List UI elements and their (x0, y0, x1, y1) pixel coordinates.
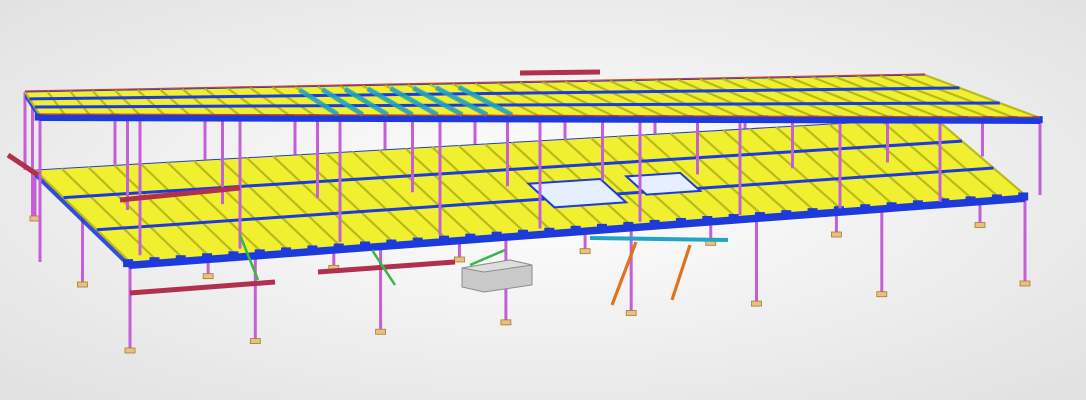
first-floor-beam-block (596, 223, 607, 232)
first-floor-beam-block (912, 200, 923, 209)
first-floor-beam-block (860, 204, 871, 213)
first-floor-beam-block (544, 227, 555, 236)
first-floor-beam-block (386, 239, 397, 248)
base-plate (831, 231, 842, 238)
first-floor-beam-block (254, 249, 265, 258)
first-floor-beam-block (465, 233, 476, 242)
first-floor-beam-block (412, 237, 423, 246)
first-floor-beam-block (202, 253, 213, 262)
base-plate (202, 273, 214, 280)
structural-model-3d[interactable] (0, 0, 1086, 400)
red-beam (519, 69, 601, 76)
first-floor-beam-block (781, 210, 792, 219)
base-plate (124, 347, 136, 354)
first-floor-beam-block (991, 194, 1002, 203)
base-plate (974, 222, 986, 228)
base-plate (77, 281, 88, 288)
base-plate (1019, 280, 1031, 287)
first-floor-beam-block (281, 247, 292, 256)
model-viewport[interactable] (0, 0, 1086, 400)
first-floor-beam-block (649, 219, 660, 228)
first-floor-beam-block (623, 221, 634, 230)
base-plate (579, 248, 591, 255)
first-floor-beam-block (965, 196, 976, 205)
base-plate (454, 256, 465, 263)
first-floor-beam-block (570, 225, 581, 234)
first-floor-beam-block (1018, 192, 1029, 201)
first-floor-beam-block (807, 208, 818, 217)
first-floor-beam-block (728, 214, 739, 223)
base-plate (876, 291, 888, 298)
first-floor-beam-block (702, 216, 713, 225)
first-floor-beam-block (517, 229, 528, 238)
first-floor-beam-block (123, 259, 134, 268)
first-floor-beam-block (228, 251, 239, 260)
teal-canopy-beam (589, 236, 729, 242)
base-plate (500, 319, 512, 326)
first-floor-beam-block (149, 257, 160, 266)
first-floor-beam-block (675, 217, 686, 226)
base-plate (249, 338, 261, 345)
first-floor-beam-block (333, 243, 344, 252)
first-floor-beam-block (754, 212, 765, 221)
first-floor-beam-block (886, 202, 897, 211)
base-plate (375, 328, 387, 335)
first-floor-beam-block (439, 235, 450, 244)
base-plate (625, 310, 637, 316)
first-floor-beam-block (175, 255, 186, 264)
first-floor-beam-block (307, 245, 318, 254)
first-floor-beam-block (491, 231, 502, 240)
first-floor-beam-block (360, 241, 371, 250)
base-plate (751, 300, 762, 307)
